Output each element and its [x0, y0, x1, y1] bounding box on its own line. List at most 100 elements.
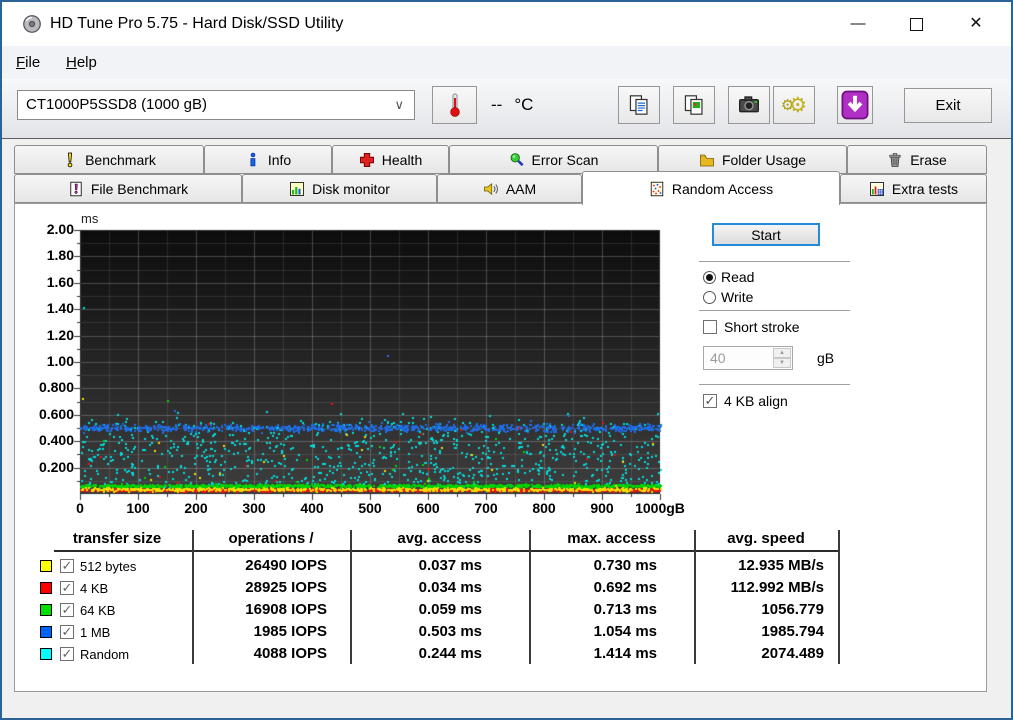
file-benchmark-icon — [68, 181, 84, 197]
tab-erase[interactable]: Erase — [847, 145, 987, 174]
close-button[interactable]: ✕ — [953, 2, 999, 46]
tab-health-label: Health — [382, 152, 422, 168]
tab-error-scan[interactable]: Error Scan — [449, 145, 658, 174]
exit-button[interactable]: Exit — [904, 88, 992, 123]
copy-image-button[interactable] — [673, 86, 715, 124]
avg-access-value: 0.503 ms — [357, 623, 482, 640]
tab-file-benchmark[interactable]: File Benchmark — [14, 174, 242, 203]
tab-aam[interactable]: AAM — [437, 174, 582, 203]
info-icon — [245, 152, 261, 168]
tab-benchmark[interactable]: Benchmark — [14, 145, 204, 174]
y-axis-tick-label: 0.400 — [16, 432, 74, 448]
tab-health[interactable]: Health — [332, 145, 449, 174]
tab-random-access[interactable]: Random Access — [582, 171, 840, 205]
menu-file[interactable]: File — [8, 46, 48, 79]
radio-dot — [706, 274, 713, 281]
menu-help[interactable]: Help — [58, 46, 105, 79]
series-label: 4 KB — [80, 581, 108, 596]
table-row-1mb: ✓ 1 MB 1985 IOPS 0.503 ms 1.054 ms 1985.… — [2, 622, 975, 644]
avg-access-value: 0.059 ms — [357, 601, 482, 618]
camera-icon — [737, 93, 761, 117]
x-axis-tick-label: 1000gB — [625, 500, 695, 516]
separator — [699, 261, 850, 263]
erase-icon — [887, 152, 903, 168]
write-radio[interactable] — [703, 291, 716, 304]
avg-access-value: 0.034 ms — [357, 579, 482, 596]
extra-tests-icon — [869, 181, 885, 197]
read-radio-label: Read — [721, 269, 754, 285]
tab-benchmark-label: Benchmark — [85, 152, 156, 168]
series-checkbox[interactable]: ✓ — [60, 559, 74, 573]
avg-speed-value: 112.992 MB/s — [702, 579, 824, 596]
tab-random-access-label: Random Access — [672, 181, 773, 197]
options-button[interactable]: ⚙⚙ — [773, 86, 815, 124]
minimize-button[interactable]: — — [835, 2, 881, 46]
table-row-64kb: ✓ 64 KB 16908 IOPS 0.059 ms 0.713 ms 105… — [2, 600, 975, 622]
avg-access-value: 0.244 ms — [357, 645, 482, 662]
header-transfer-size: transfer size — [42, 530, 192, 547]
table-row-4kb: ✓ 4 KB 28925 IOPS 0.034 ms 0.692 ms 112.… — [2, 578, 975, 600]
series-label: Random — [80, 647, 129, 662]
read-radio[interactable] — [703, 271, 716, 284]
tab-extra-tests[interactable]: Extra tests — [840, 174, 987, 203]
tab-error-scan-label: Error Scan — [532, 152, 599, 168]
series-checkbox[interactable]: ✓ — [60, 625, 74, 639]
short-stroke-checkbox[interactable] — [703, 320, 717, 334]
title-bar[interactable]: HD Tune Pro 5.75 - Hard Disk/SSD Utility… — [2, 2, 1011, 46]
maximize-button[interactable] — [893, 2, 939, 46]
series-label: 1 MB — [80, 625, 110, 640]
tab-disk-monitor[interactable]: Disk monitor — [242, 174, 437, 203]
avg-speed-value: 12.935 MB/s — [702, 557, 824, 574]
tab-disk-monitor-label: Disk monitor — [312, 181, 390, 197]
series-checkbox[interactable]: ✓ — [60, 647, 74, 661]
iops-value: 28925 IOPS — [197, 579, 327, 596]
gears-icon-2: ⚙ — [788, 93, 807, 118]
screenshot-button[interactable] — [728, 86, 770, 124]
series-color-swatch — [40, 626, 52, 638]
start-button[interactable]: Start — [712, 223, 820, 246]
iops-value: 1985 IOPS — [197, 623, 327, 640]
series-color-swatch — [40, 560, 52, 572]
disk-monitor-icon — [289, 181, 305, 197]
series-checkbox[interactable]: ✓ — [60, 581, 74, 595]
tab-file-benchmark-label: File Benchmark — [91, 181, 188, 197]
drive-select-dropdown[interactable]: CT1000P5SSD8 (1000 gB) ∨ — [17, 90, 415, 120]
copy-text-button[interactable] — [618, 86, 660, 124]
copy-image-icon — [683, 93, 705, 117]
table-row-random: ✓ Random 4088 IOPS 0.244 ms 1.414 ms 207… — [2, 644, 975, 666]
header-avg-access: avg. access — [350, 530, 529, 547]
tab-folder-usage[interactable]: Folder Usage — [658, 145, 847, 174]
avg-speed-value: 2074.489 — [702, 645, 824, 662]
menu-bar: File Help — [2, 46, 1011, 79]
series-checkbox[interactable]: ✓ — [60, 603, 74, 617]
y-axis-tick-label: 2.00 — [16, 221, 74, 237]
exit-label: Exit — [935, 97, 960, 114]
temperature-button[interactable] — [432, 86, 477, 124]
header-underline — [54, 550, 838, 552]
iops-value: 26490 IOPS — [197, 557, 327, 574]
save-results-button[interactable] — [837, 86, 873, 124]
app-disk-icon — [22, 14, 42, 34]
tab-extra-tests-label: Extra tests — [892, 181, 958, 197]
capacity-spinner[interactable]: 40 ▲ ▼ — [703, 346, 793, 370]
tab-info[interactable]: Info — [204, 145, 332, 174]
thermometer-icon — [447, 92, 463, 118]
y-axis-tick-label: 0.800 — [16, 379, 74, 395]
access-time-scatter-chart — [72, 228, 672, 506]
spin-up-button[interactable]: ▲ — [773, 348, 791, 358]
series-color-swatch — [40, 648, 52, 660]
y-axis-tick-label: 1.80 — [16, 247, 74, 263]
iops-value: 16908 IOPS — [197, 601, 327, 618]
drive-select-value: CT1000P5SSD8 (1000 gB) — [26, 96, 207, 113]
header-operations: operations / — [192, 530, 350, 547]
y-axis-tick-label: 0.200 — [16, 459, 74, 475]
align-checkbox-label: 4 KB align — [724, 393, 788, 409]
separator — [699, 310, 850, 312]
align-checkbox[interactable]: ✓ — [703, 394, 717, 408]
spin-down-button[interactable]: ▼ — [773, 358, 791, 368]
hd-tune-window: HD Tune Pro 5.75 - Hard Disk/SSD Utility… — [0, 0, 1013, 720]
y-axis-tick-label: 1.40 — [16, 300, 74, 316]
benchmark-icon — [62, 152, 78, 168]
spinner-buttons: ▲ ▼ — [773, 348, 791, 368]
random-access-icon — [649, 181, 665, 197]
